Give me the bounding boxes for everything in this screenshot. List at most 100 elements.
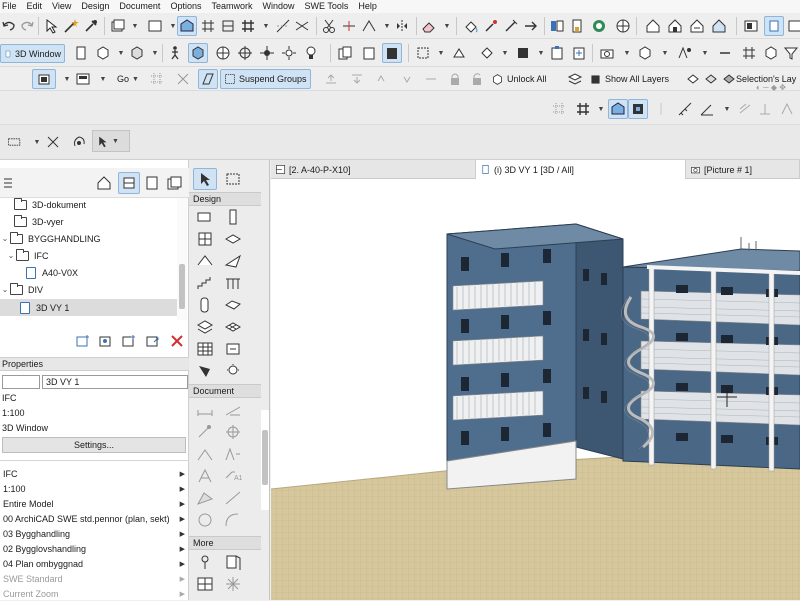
dash-icon[interactable]: [716, 44, 734, 62]
globe-view-icon[interactable]: [214, 44, 232, 62]
toolbox-scrollbar[interactable]: [261, 410, 269, 510]
list-item-layer-combo[interactable]: IFC ▶: [0, 466, 189, 481]
object-tools-icon[interactable]: [676, 44, 694, 62]
layout-book-icon[interactable]: [143, 174, 161, 192]
sun-tool-icon[interactable]: [222, 574, 244, 594]
globe-icon[interactable]: [614, 17, 632, 35]
angle-dropdown-icon[interactable]: ▼: [718, 100, 736, 118]
orbit-icon[interactable]: [72, 44, 90, 62]
eraser-icon[interactable]: [420, 17, 438, 35]
go-button[interactable]: Go ▼: [114, 70, 142, 88]
clone-view-icon[interactable]: [120, 332, 138, 350]
mesh-tool-icon[interactable]: [222, 317, 244, 337]
layer-settings-icon[interactable]: [566, 70, 584, 88]
box-3d-icon[interactable]: [94, 44, 112, 62]
menu-view[interactable]: View: [47, 0, 76, 13]
window-tool-icon[interactable]: [194, 229, 216, 249]
adjust-icon[interactable]: [360, 17, 378, 35]
redo-icon[interactable]: [18, 17, 36, 35]
angle-dimension-tool-icon[interactable]: [222, 422, 244, 442]
angle-icon[interactable]: [698, 100, 716, 118]
order-down-icon[interactable]: [398, 70, 416, 88]
door-tool-icon[interactable]: [222, 552, 244, 572]
trace-icon[interactable]: [450, 44, 468, 62]
order-up-icon[interactable]: [372, 70, 390, 88]
morph-tool-icon[interactable]: [222, 295, 244, 315]
menu-window[interactable]: Window: [257, 0, 299, 13]
tab-floor-plan[interactable]: [2. A-40-P-X10]: [271, 160, 476, 179]
unlock-icon[interactable]: [468, 70, 486, 88]
show-all-layers-button[interactable]: Show All Layers: [586, 70, 672, 88]
slab-tool-icon[interactable]: [222, 229, 244, 249]
publish-icon[interactable]: [570, 44, 588, 62]
layer-sync-icon[interactable]: [684, 70, 702, 88]
magic-wand-icon[interactable]: [62, 17, 80, 35]
pipette-icon[interactable]: [482, 17, 500, 35]
object-tool-icon[interactable]: [222, 339, 244, 359]
menu-help[interactable]: Help: [353, 0, 382, 13]
grid-icon[interactable]: [239, 17, 257, 35]
new-folder-icon[interactable]: [74, 332, 92, 350]
align-icon[interactable]: [174, 70, 192, 88]
toolbox-document-section[interactable]: Document: [189, 384, 261, 398]
marquee-select-icon[interactable]: [44, 133, 62, 151]
clipboard-icon[interactable]: [548, 44, 566, 62]
circle-tool-icon[interactable]: [194, 510, 216, 530]
quick-layers-icon[interactable]: [32, 69, 56, 89]
model-display-icon[interactable]: [382, 43, 402, 63]
arrow-tool-icon[interactable]: [193, 168, 217, 190]
eyedropper-icon[interactable]: [82, 17, 100, 35]
lamp-tool-icon[interactable]: [222, 361, 244, 381]
fill-color-icon[interactable]: [514, 44, 532, 62]
menu-file[interactable]: File: [0, 0, 22, 13]
tree-item-bygghandling[interactable]: ⌄ BYGGHANDLING: [0, 230, 101, 247]
group-tool-icon[interactable]: [198, 69, 218, 89]
navigator-scrollbar[interactable]: [177, 198, 187, 320]
expand-toggle-icon[interactable]: ⌄: [6, 251, 16, 260]
3d-window-button[interactable]: 3D Window: [0, 44, 65, 63]
copy-icon[interactable]: [336, 44, 354, 62]
guide-lines-icon[interactable]: [293, 17, 311, 35]
marquee-dropdown-icon[interactable]: ▼: [432, 44, 450, 62]
navigator-scroll-thumb[interactable]: [179, 264, 185, 309]
save-view-icon[interactable]: [144, 332, 162, 350]
cube-stack-dropdown-icon[interactable]: ▼: [656, 44, 674, 62]
pointer-icon[interactable]: [42, 17, 60, 35]
arrow-tool-button[interactable]: ▼: [92, 130, 130, 152]
fill-icon[interactable]: [462, 17, 480, 35]
view-id-field[interactable]: [2, 375, 40, 389]
list-item-renovation-filter[interactable]: 04 Plan ombyggnad ▶: [0, 556, 189, 571]
cube-stack-icon[interactable]: [636, 44, 654, 62]
project-map-icon[interactable]: [95, 174, 113, 192]
injection-icon[interactable]: [502, 17, 520, 35]
object-tools-dropdown-icon[interactable]: ▼: [696, 44, 714, 62]
explore-icon[interactable]: [188, 43, 208, 63]
trim-icon[interactable]: [320, 17, 338, 35]
library-icon[interactable]: [548, 17, 566, 35]
mirror-icon[interactable]: [393, 17, 411, 35]
layers-dropdown-icon[interactable]: ▼: [126, 17, 144, 35]
text-label-tool-icon[interactable]: A1: [222, 466, 244, 486]
menu-options[interactable]: Options: [165, 0, 206, 13]
bisector-icon[interactable]: [778, 100, 796, 118]
3d-cut-icon[interactable]: [762, 44, 780, 62]
filter-icon[interactable]: [782, 44, 800, 62]
section-icon[interactable]: [219, 17, 237, 35]
rotate-view-icon[interactable]: [70, 133, 88, 151]
tree-item-ifc[interactable]: ⌄ IFC: [6, 247, 49, 264]
lock-dash-icon[interactable]: [422, 70, 440, 88]
object-icon[interactable]: [568, 17, 586, 35]
walk-icon[interactable]: [166, 44, 184, 62]
eraser-dropdown-icon[interactable]: ▼: [438, 17, 456, 35]
menu-design[interactable]: Design: [76, 0, 114, 13]
snap-guide-icon[interactable]: [274, 17, 292, 35]
railing-tool-icon[interactable]: [222, 273, 244, 293]
3d-window-icon[interactable]: [764, 16, 784, 36]
tree-item-3d-vy-1[interactable]: 3D VY 1: [0, 299, 177, 316]
spot-level-tool-icon[interactable]: [194, 444, 216, 464]
label-tool-icon[interactable]: [222, 444, 244, 464]
fill-tool-icon[interactable]: [194, 488, 216, 508]
tree-item-div[interactable]: ⌄ DIV: [0, 281, 43, 298]
radial-dimension-tool-icon[interactable]: [194, 422, 216, 442]
paste-icon[interactable]: [360, 44, 378, 62]
